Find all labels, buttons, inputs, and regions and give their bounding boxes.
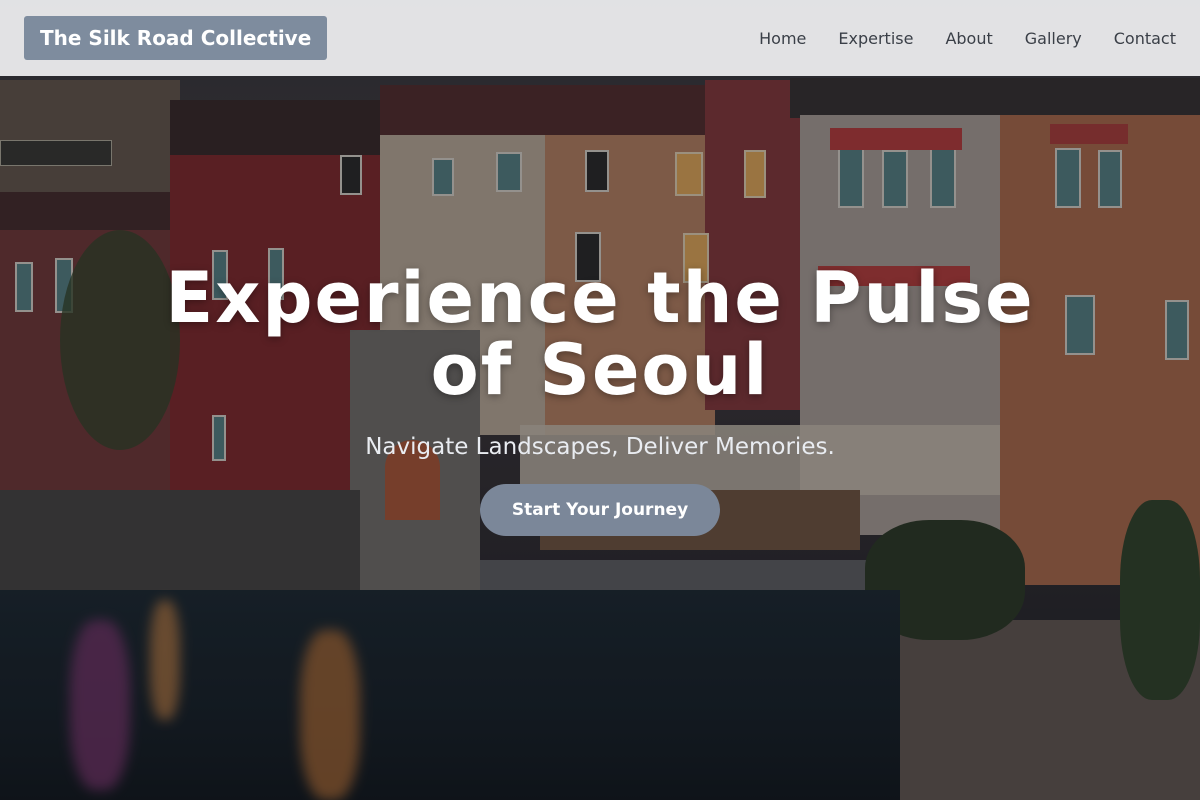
nav-item-contact[interactable]: Contact (1098, 29, 1176, 48)
navbar: The Silk Road Collective Home Expertise … (0, 0, 1200, 76)
nav-item-about[interactable]: About (929, 29, 1008, 48)
hero-section: Experience the Pulse of Seoul Navigate L… (0, 262, 1200, 536)
hero-title: Experience the Pulse of Seoul (165, 257, 1035, 411)
nav-item-gallery[interactable]: Gallery (1009, 29, 1098, 48)
nav-item-expertise[interactable]: Expertise (822, 29, 929, 48)
start-journey-button[interactable]: Start Your Journey (479, 484, 721, 536)
nav-menu: Home Expertise About Gallery Contact (743, 29, 1176, 48)
nav-item-home[interactable]: Home (743, 29, 822, 48)
brand-logo[interactable]: The Silk Road Collective (24, 16, 328, 60)
hero-subtitle: Navigate Landscapes, Deliver Memories. (365, 434, 835, 460)
